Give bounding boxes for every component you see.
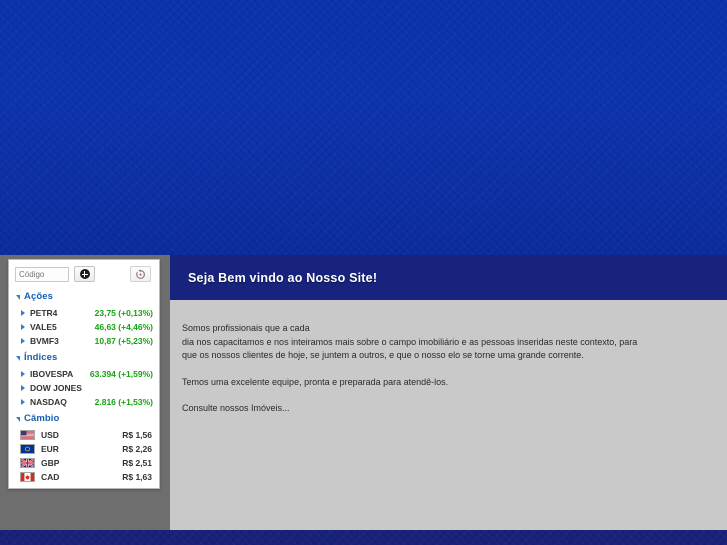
collapse-triangle-icon [16,355,20,361]
group-header-acoes[interactable]: Ações [9,287,159,306]
flag-usa-icon [20,430,35,440]
group-title: Ações [24,291,54,302]
expand-triangle-icon [21,385,25,391]
expand-triangle-icon [21,310,25,316]
ticker-row[interactable]: DOW JONES [9,381,159,395]
currency-row[interactable]: USD R$ 1,56 [9,428,159,442]
currency-code: GBP [41,458,60,468]
page-title: Seja Bem vindo ao Nosso Site! [188,270,378,285]
add-quote-button[interactable] [74,266,95,282]
ticker-symbol: IBOVESPA [30,369,74,379]
expand-triangle-icon [21,371,25,377]
content-body: Somos profissionais que a cada dia nos ca… [170,300,727,530]
currency-value: R$ 1,63 [122,472,152,482]
flag-uk-icon [20,458,35,468]
ticker-value: 63.394 (+1,59%) [89,369,153,379]
ticker-value: 10,87 (+5,23%) [94,336,153,346]
ticker-widget: Ações PETR4 23,75 (+0,13%) VALE5 46,63 (… [8,259,160,489]
currency-code: EUR [41,444,59,454]
refresh-quotes-button[interactable] [130,266,151,282]
ticker-row[interactable]: BVMF3 10,87 (+5,23%) [9,334,159,348]
plus-circle-icon [79,269,90,279]
expand-triangle-icon [21,324,25,330]
ticker-toolbar [9,260,159,287]
widget-bottom-padding [9,484,159,488]
ticker-symbol: DOW JONES [30,383,82,393]
sidebar-column: Ações PETR4 23,75 (+0,13%) VALE5 46,63 (… [0,255,170,530]
ticker-symbol: VALE5 [30,322,57,332]
currency-code: CAD [41,472,60,482]
collapse-triangle-icon [16,416,20,422]
welcome-paragraph-2: Temos uma excelente equipe, pronta e pre… [182,376,449,387]
currency-code: USD [41,430,59,440]
currency-value: R$ 2,51 [122,458,152,468]
welcome-paragraph-1: Somos profissionais que a cada dia nos ca… [182,323,638,360]
group-header-cambio[interactable]: Câmbio [9,409,159,428]
group-title: Câmbio [24,413,60,424]
currency-value: R$ 2,26 [122,444,152,454]
ticker-group-cambio: Câmbio USD R$ 1,56 EUR R$ 2,26 GBP R$ 2,… [9,409,159,484]
ticker-value: 23,75 (+0,13%) [94,308,153,318]
expand-triangle-icon [21,399,25,405]
collapse-triangle-icon [16,294,20,300]
refresh-icon [136,268,145,279]
welcome-paragraph-3: Consulte nossos Imóveis... [182,403,290,413]
content-column: Seja Bem vindo ao Nosso Site! Somos prof… [170,255,727,530]
ticker-row[interactable]: IBOVESPA 63.394 (+1,59%) [9,367,159,381]
group-title: Índices [24,352,58,363]
ticker-row[interactable]: PETR4 23,75 (+0,13%) [9,306,159,320]
code-input[interactable] [15,266,69,282]
ticker-row[interactable]: NASDAQ 2.816 (+1,53%) [9,395,159,409]
ticker-row[interactable]: VALE5 46,63 (+4,46%) [9,320,159,334]
currency-row[interactable]: GBP R$ 2,51 [9,456,159,470]
ticker-value: 46,63 (+4,46%) [94,322,153,332]
flag-canada-icon [20,472,35,482]
ticker-group-indices: Índices IBOVESPA 63.394 (+1,59%) DOW JON… [9,348,159,409]
page-shell: Ações PETR4 23,75 (+0,13%) VALE5 46,63 (… [0,255,727,530]
group-header-indices[interactable]: Índices [9,348,159,367]
ticker-symbol: PETR4 [30,308,58,318]
currency-row[interactable]: EUR R$ 2,26 [9,442,159,456]
currency-row[interactable]: CAD R$ 1,63 [9,470,159,484]
ticker-symbol: BVMF3 [30,336,59,346]
content-header: Seja Bem vindo ao Nosso Site! [170,255,727,300]
ticker-symbol: NASDAQ [30,397,67,407]
expand-triangle-icon [21,338,25,344]
currency-value: R$ 1,56 [122,430,152,440]
ticker-group-acoes: Ações PETR4 23,75 (+0,13%) VALE5 46,63 (… [9,287,159,348]
flag-eu-icon [20,444,35,454]
ticker-value: 2.816 (+1,53%) [94,397,153,407]
